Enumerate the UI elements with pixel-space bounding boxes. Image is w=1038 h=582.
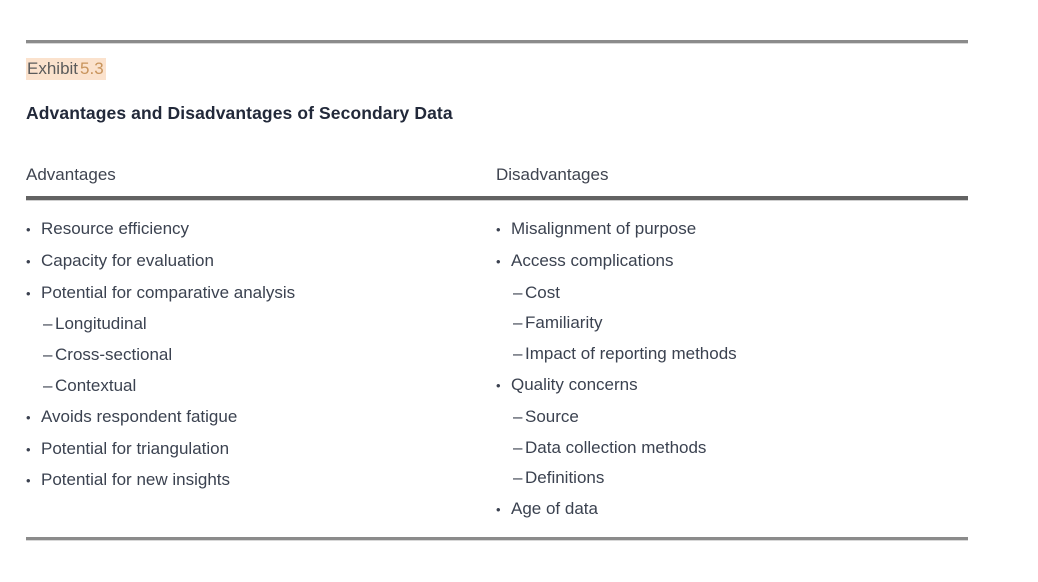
- list-item-label: Resource efficiency: [41, 219, 190, 238]
- list-item: • Quality concerns: [496, 370, 968, 402]
- list-item-label: Potential for new insights: [41, 470, 230, 490]
- exhibit-label-word: Exhibit: [26, 58, 80, 80]
- list-item: • Potential for comparative analysis: [26, 278, 496, 310]
- list-item-label: Access complications: [511, 250, 674, 270]
- list-item-label: Data collection methods: [525, 437, 707, 457]
- bullet-icon: •: [496, 253, 501, 269]
- list-item: – Definitions: [496, 463, 968, 494]
- bullet-icon: •: [26, 473, 31, 489]
- list-item-label: Potential for comparative analysis: [41, 282, 296, 302]
- list-item-label: Contextual: [55, 375, 137, 395]
- dash-icon: –: [513, 313, 523, 333]
- bullet-icon: •: [496, 502, 501, 518]
- list-item: – Data collection methods: [496, 433, 968, 464]
- list-item: – Contextual: [26, 371, 496, 402]
- dash-icon: –: [513, 406, 523, 426]
- list-advantages: • Resource efficiency • Capacity for evalua…: [26, 214, 496, 497]
- dash-icon: –: [43, 375, 53, 395]
- list-disadvantages: • Misalignment of purpose • Access complica…: [496, 214, 968, 526]
- list-item: • Resource efficiency: [26, 214, 496, 246]
- bullet-icon: •: [26, 285, 31, 301]
- list-advantages-wrap: • Resource efficiency • Capacity for evalua…: [26, 214, 496, 497]
- exhibit-bottom-rule: [26, 536, 968, 541]
- dash-icon: –: [513, 468, 523, 488]
- list-item: – Longitudinal: [26, 309, 496, 340]
- dash-icon: –: [43, 314, 53, 334]
- exhibit-columns: Advantages Disadvantages: [26, 124, 968, 196]
- list-item-label: Capacity for evaluation: [41, 250, 214, 270]
- list-item: • Age of data: [496, 494, 968, 526]
- list-top-spacer: [26, 201, 968, 214]
- list-item: • Avoids respondent fatigue: [26, 402, 496, 434]
- list-item-label: Definitions: [525, 468, 605, 488]
- list-item-label: Longitudinal: [55, 314, 147, 334]
- list-item: • Potential for new insights: [26, 465, 496, 497]
- list-item-label: Potential for triangulation: [41, 438, 230, 458]
- dash-icon: –: [513, 282, 523, 302]
- exhibit-label-number: 5.3: [79, 58, 106, 80]
- exhibit-page: Exhibit 5.3 Advantages and Disadvantages …: [0, 0, 1038, 582]
- column-advantages: Advantages: [26, 124, 496, 196]
- list-item: • Misalignment of purpose: [496, 214, 968, 246]
- bullet-icon: •: [26, 441, 31, 457]
- list-item-label: Avoids respondent fatigue: [41, 406, 238, 426]
- bullet-icon: •: [496, 377, 501, 393]
- exhibit-label: Exhibit 5.3: [26, 58, 968, 80]
- bullet-icon: •: [26, 222, 31, 237]
- list-item: • Potential for triangulation: [26, 434, 496, 466]
- list-item-label: Source: [525, 406, 579, 426]
- list-disadvantages-wrap: • Misalignment of purpose • Access complica…: [496, 214, 968, 526]
- list-item: • Access complications: [496, 246, 968, 278]
- column-header-advantages: Advantages: [26, 165, 116, 184]
- column-disadvantages: Disadvantages: [496, 124, 968, 196]
- list-item-label: Cost: [525, 282, 560, 302]
- column-header-disadvantages: Disadvantages: [496, 165, 609, 184]
- exhibit-body-columns: • Resource efficiency • Capacity for evalua…: [26, 214, 968, 526]
- list-item-label: Quality concerns: [511, 374, 638, 394]
- list-item: – Source: [496, 402, 968, 433]
- list-item-label: Cross-sectional: [55, 345, 173, 365]
- list-item-label: Impact of reporting methods: [525, 344, 737, 364]
- dash-icon: –: [43, 345, 53, 365]
- bullet-icon: •: [496, 222, 501, 237]
- bullet-icon: •: [26, 253, 31, 269]
- list-item-label: Familiarity: [525, 313, 603, 333]
- dash-icon: –: [513, 344, 523, 364]
- list-item: – Cost: [496, 278, 968, 309]
- exhibit-block: Exhibit 5.3 Advantages and Disadvantages …: [26, 40, 968, 541]
- list-item: – Cross-sectional: [26, 340, 496, 371]
- list-item: • Capacity for evaluation: [26, 246, 496, 278]
- list-bottom-spacer: [26, 526, 968, 537]
- list-item-label: Age of data: [511, 499, 598, 519]
- exhibit-title: Advantages and Disadvantages of Secondar…: [26, 103, 453, 123]
- list-item: – Familiarity: [496, 308, 968, 339]
- list-item-label: Misalignment of purpose: [511, 219, 697, 238]
- bullet-icon: •: [26, 409, 31, 425]
- list-item: – Impact of reporting methods: [496, 339, 968, 370]
- exhibit-top-rule: [26, 40, 968, 44]
- dash-icon: –: [513, 437, 523, 457]
